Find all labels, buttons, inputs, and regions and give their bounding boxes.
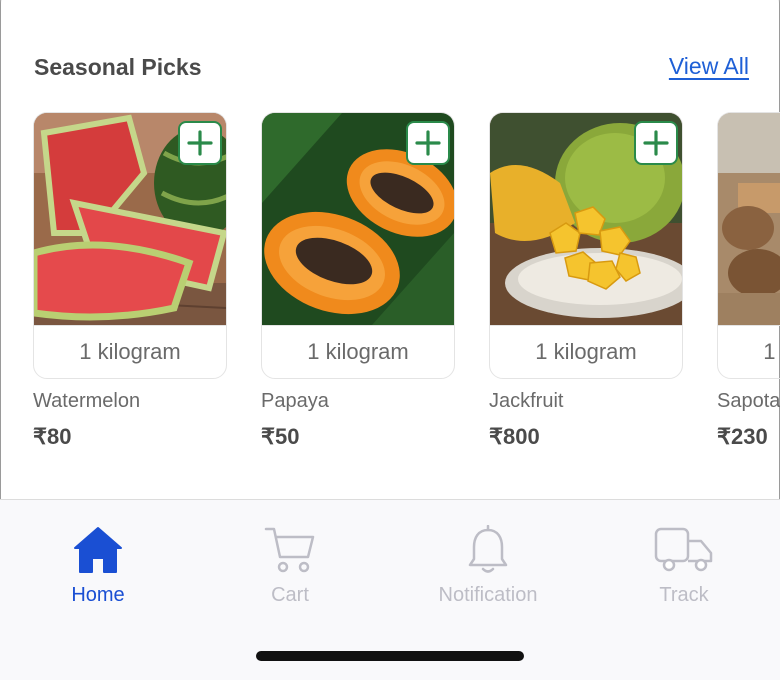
product-image	[489, 112, 683, 325]
truck-icon	[654, 527, 713, 572]
product-name: Papaya	[261, 390, 329, 412]
product-image	[261, 112, 455, 325]
product-price: ₹230	[717, 424, 768, 449]
quantity-label: 1 kilogram	[33, 325, 227, 379]
add-to-cart-button[interactable]	[406, 121, 450, 165]
plus-icon	[643, 130, 669, 156]
home-icon	[74, 527, 122, 573]
product-name: Sapota	[717, 390, 780, 412]
product-card-watermelon[interactable]: 1 kilogram Watermelon ₹80	[33, 112, 227, 450]
product-card-sapota[interactable]: 1 kilogram Sapota ₹230	[717, 112, 780, 450]
product-card-papaya[interactable]: 1 kilogram Papaya ₹50	[261, 112, 455, 450]
nav-label: Track	[659, 584, 709, 606]
nav-item-home[interactable]: Home	[33, 524, 163, 607]
quantity-label: 1 kilogram	[717, 325, 780, 379]
product-carousel[interactable]: 1 kilogram Watermelon ₹80 1 kilogram Pap…	[33, 112, 780, 472]
quantity-label: 1 kilogram	[489, 325, 683, 379]
add-to-cart-button[interactable]	[178, 121, 222, 165]
view-all-link[interactable]: View All	[669, 53, 749, 80]
product-image	[33, 112, 227, 325]
cart-icon	[264, 527, 315, 573]
nav-label: Cart	[271, 584, 309, 606]
plus-icon	[415, 130, 441, 156]
bell-icon	[468, 525, 508, 573]
product-image	[717, 112, 780, 325]
nav-label: Notification	[438, 584, 538, 606]
plus-icon	[187, 130, 213, 156]
section-title: Seasonal Picks	[34, 54, 202, 80]
home-indicator[interactable]	[256, 651, 524, 661]
nav-item-track[interactable]: Track	[619, 524, 749, 607]
nav-item-notification[interactable]: Notification	[423, 524, 553, 607]
nav-item-cart[interactable]: Cart	[225, 524, 355, 607]
quantity-label: 1 kilogram	[261, 325, 455, 379]
product-price: ₹80	[33, 424, 72, 449]
product-price: ₹800	[489, 424, 540, 449]
product-name: Jackfruit	[489, 390, 564, 412]
add-to-cart-button[interactable]	[634, 121, 678, 165]
product-name: Watermelon	[33, 390, 141, 412]
product-card-jackfruit[interactable]: 1 kilogram Jackfruit ₹800	[489, 112, 683, 450]
product-price: ₹50	[261, 424, 300, 449]
nav-label: Home	[71, 584, 125, 606]
